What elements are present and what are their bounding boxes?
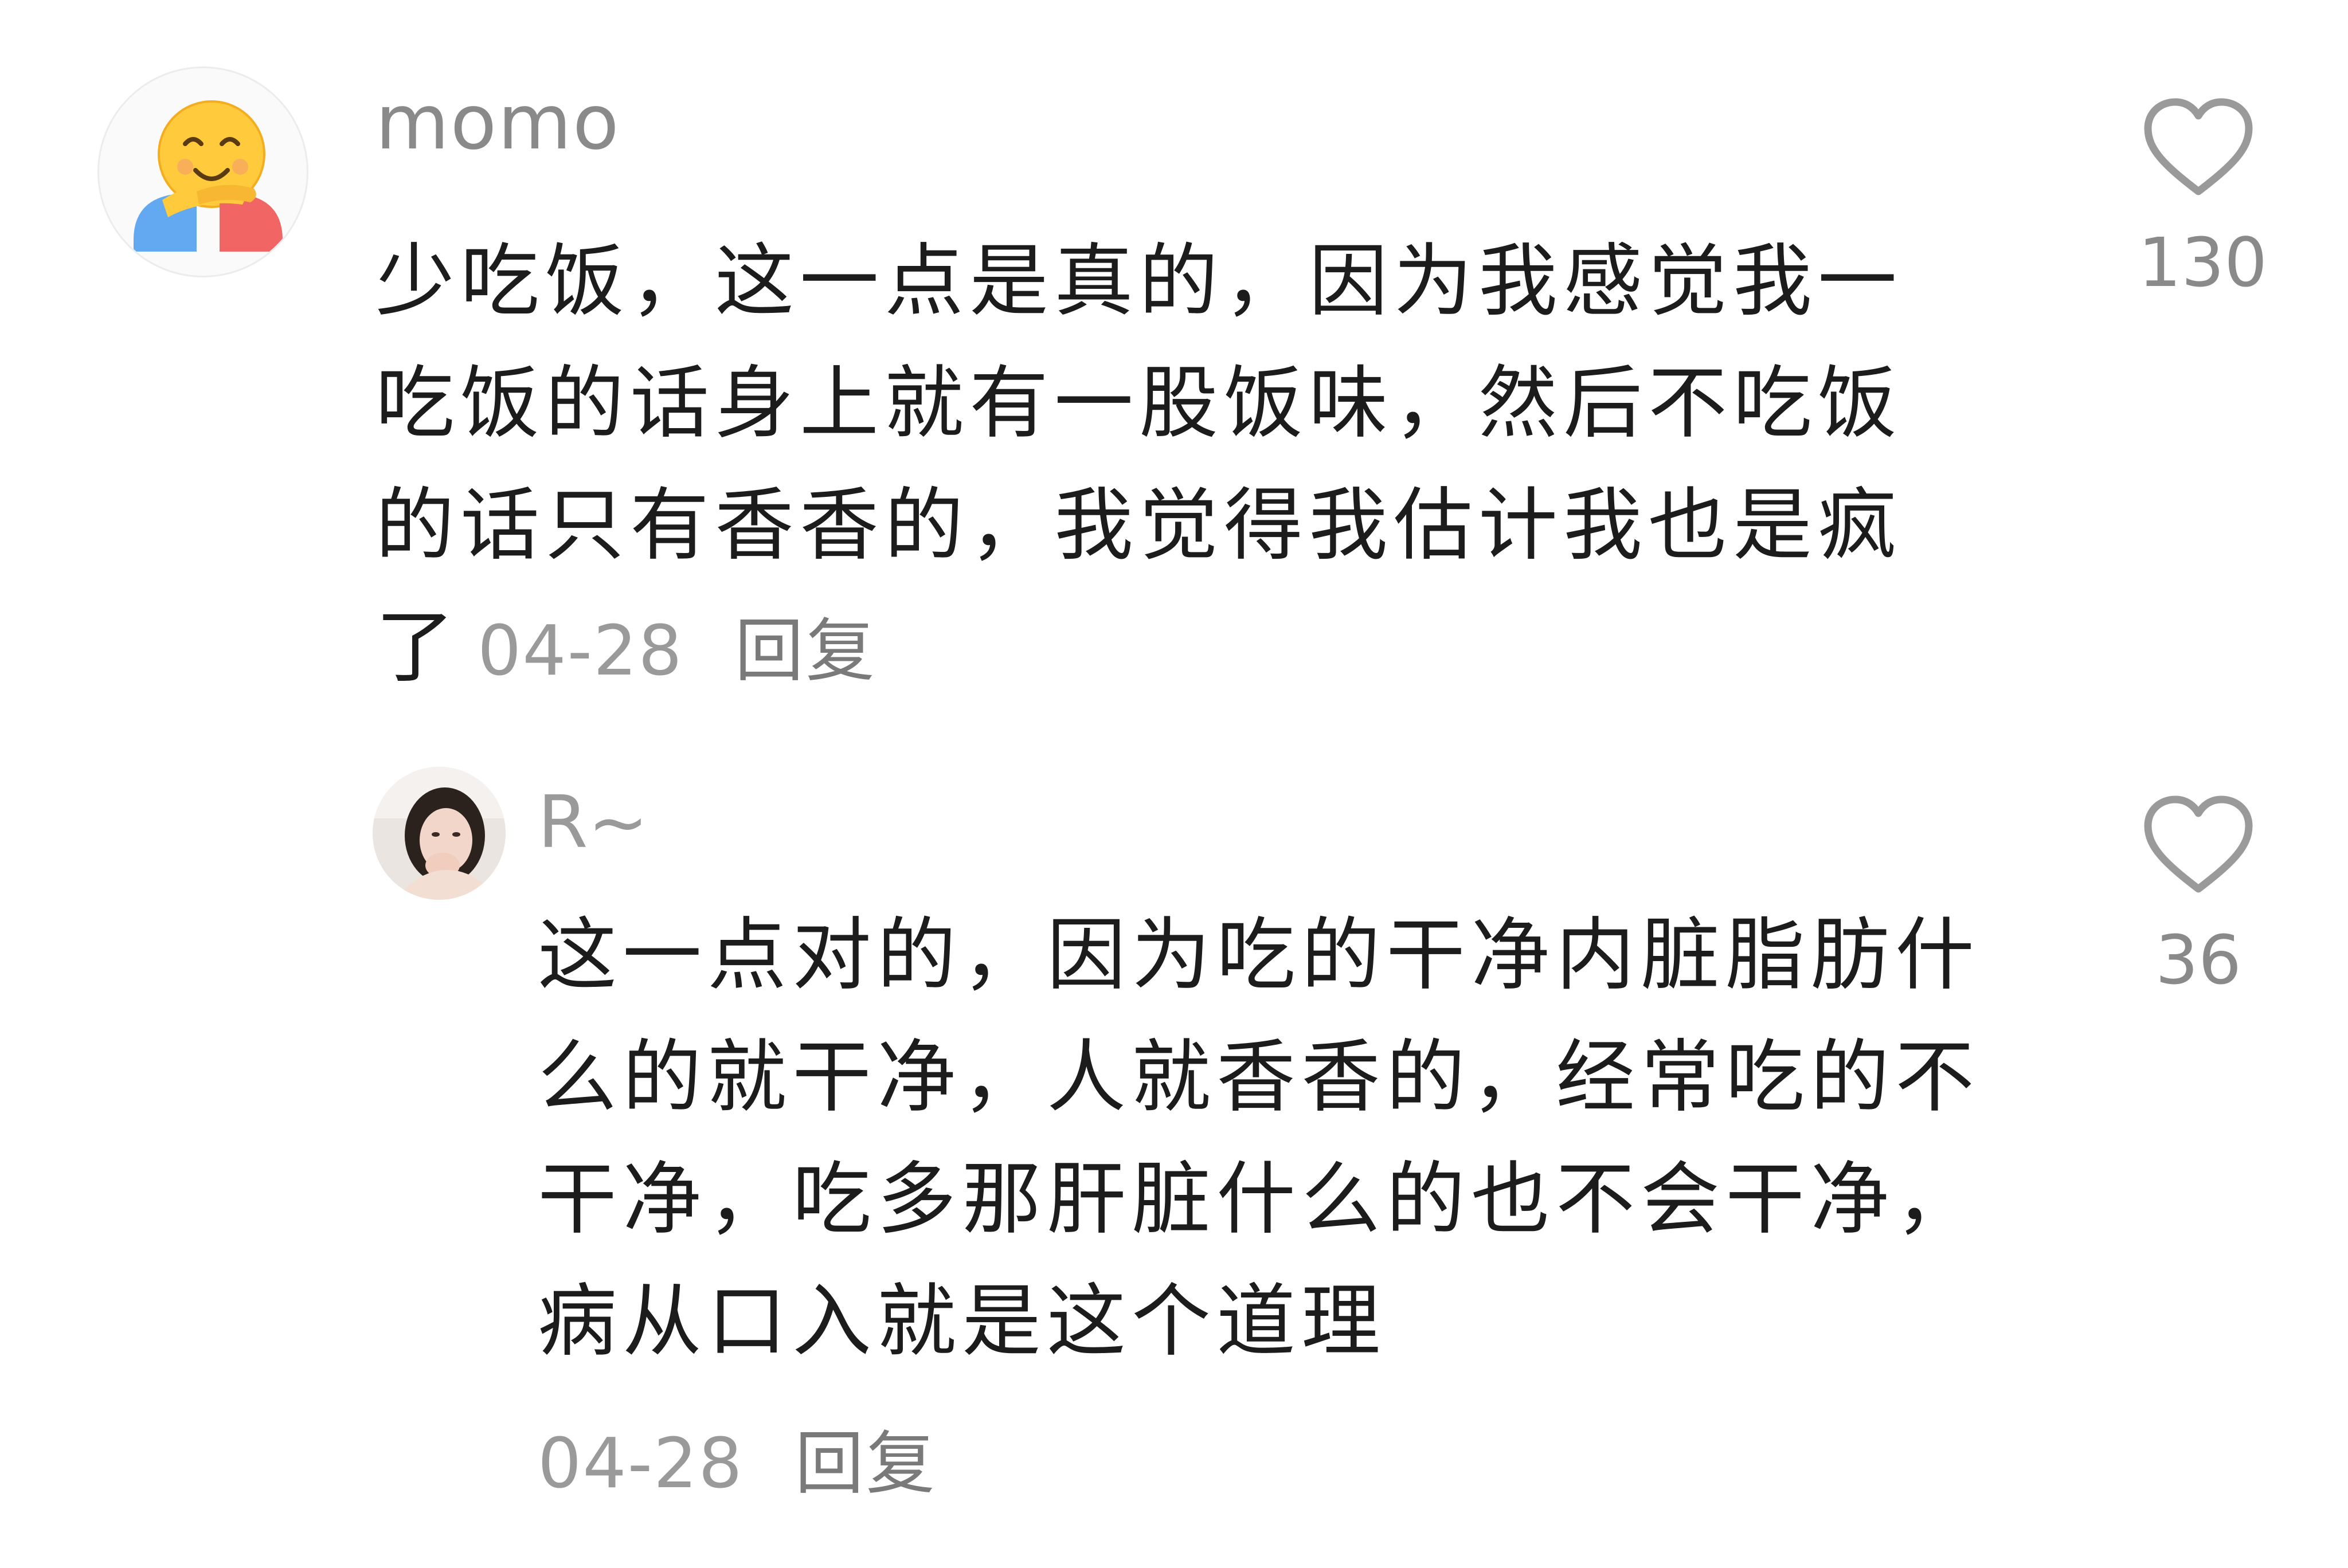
like-button[interactable]: 130 xyxy=(2138,96,2268,303)
comment-text: 少吃饭，这一点是真的，因为我感觉我一吃饭的话身上就有一股饭味，然后不吃饭的话只有… xyxy=(375,220,1946,712)
avatar[interactable] xyxy=(373,767,506,900)
like-button[interactable]: 36 xyxy=(2138,794,2259,1000)
heart-outline-icon[interactable] xyxy=(2138,794,2259,897)
comment-date: 04-28 xyxy=(478,611,683,691)
username[interactable]: R~ xyxy=(538,779,648,865)
like-count: 36 xyxy=(2155,920,2242,999)
comment-date: 04-28 xyxy=(538,1424,743,1504)
like-count: 130 xyxy=(2138,223,2268,302)
reply-button[interactable]: 回复 xyxy=(795,1424,937,1504)
avatar[interactable] xyxy=(97,66,308,277)
user-photo-icon xyxy=(373,767,506,900)
hugging-face-emoji-icon xyxy=(134,100,283,252)
username[interactable]: momo xyxy=(375,77,620,168)
comment-text: 这一点对的，因为吃的干净内脏脂肪什么的就干净，人就香香的，经常吃的不干净，吃多那… xyxy=(538,909,1981,1367)
reply-button[interactable]: 回复 xyxy=(735,611,877,691)
comment-meta: 04-28 回复 xyxy=(538,1421,937,1507)
heart-outline-icon[interactable] xyxy=(2138,96,2259,199)
